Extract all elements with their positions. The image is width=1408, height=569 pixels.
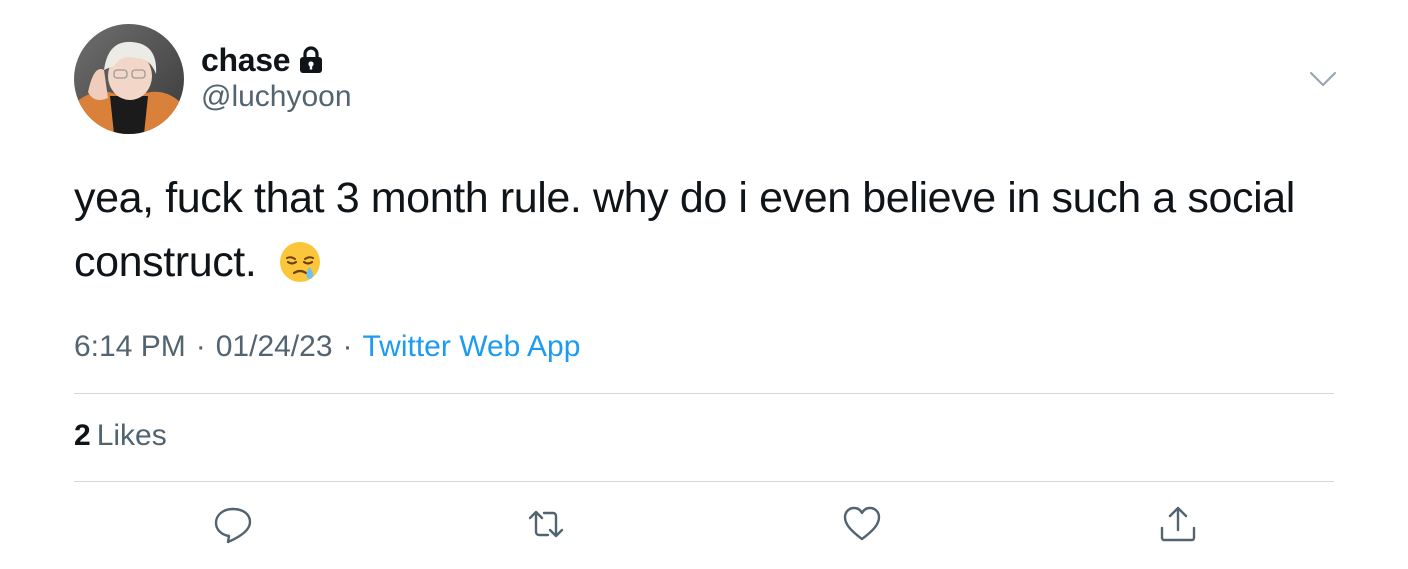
tweet-meta: 6:14 PM · 01/24/23 · Twitter Web App [74,330,580,364]
tweet-date[interactable]: 01/24/23 [216,330,333,363]
tweet-body: yea, fuck that 3 month rule. why do i ev… [74,174,1295,286]
tweet-text: yea, fuck that 3 month rule. why do i ev… [74,166,1344,294]
heart-icon[interactable] [842,504,882,544]
divider [74,481,1334,482]
handle[interactable]: @luchyoon [201,80,352,114]
reply-icon[interactable] [213,504,253,544]
sleepy-face-emoji [278,238,322,282]
likes-label: Likes [96,419,167,452]
share-icon[interactable] [1158,504,1198,544]
author-name-row: chase [201,40,324,80]
divider [74,393,1334,394]
meta-separator: · [342,330,353,363]
tweet-source-link[interactable]: Twitter Web App [363,330,581,363]
display-name[interactable]: chase [201,42,291,79]
tweet-time[interactable]: 6:14 PM [74,330,186,363]
avatar[interactable] [74,24,184,134]
meta-separator: · [195,330,206,363]
lock-icon [298,45,324,75]
chevron-down-icon[interactable] [1308,66,1338,92]
retweet-icon[interactable] [526,504,566,544]
likes-count: 2 [74,419,91,452]
likes-stat[interactable]: 2 Likes [74,419,167,453]
